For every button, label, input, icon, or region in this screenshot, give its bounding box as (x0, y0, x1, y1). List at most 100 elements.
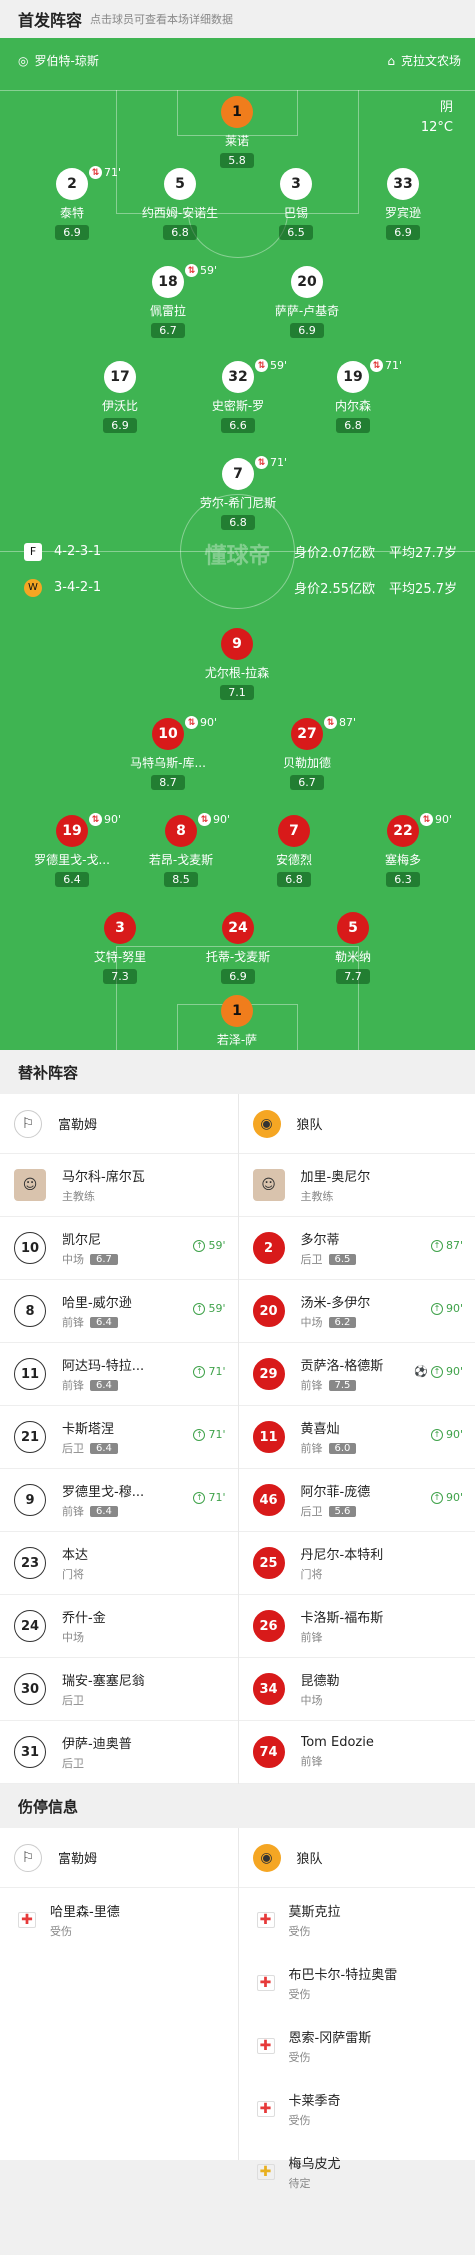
home-sub-row[interactable]: 30 瑞安-塞塞尼翁 后卫 (0, 1658, 238, 1721)
player-rating: 6.4 (55, 872, 89, 887)
away-sub-row[interactable]: 74 Tom Edozie 前锋 (238, 1721, 475, 1784)
player-rating: 7.3 (103, 969, 137, 984)
substitution-marker: ⇅ 71' (370, 359, 402, 372)
sub-name: 黄喜灿 (300, 1422, 340, 1437)
away-subs: ◉ 狼队 ☺ 加里-奥尼尔 主教练 2 多尔蒂 后卫 6.5 ↑ 87' 20 汤米-多伊尔 中场… (237, 1094, 475, 1784)
away-injury-row[interactable]: ✚ 布巴卡尔-特拉奥雷 受伤 (239, 1951, 475, 2014)
jersey-number: 1 (221, 995, 253, 1027)
home-player-10[interactable]: 7 劳尔-希门尼斯 6.8 ⇅ 71' (173, 456, 303, 530)
away-injury-row[interactable]: ✚ 恩索-冈萨雷斯 受伤 (239, 2014, 475, 2077)
away-sub-row[interactable]: 34 昆德勒 中场 (238, 1658, 475, 1721)
home-injury-team: ⚐ 富勒姆 (0, 1828, 238, 1888)
home-sub-row[interactable]: 9 罗德里戈-穆... 前锋 6.4 ↑ 71' (0, 1469, 238, 1532)
away-injury-row[interactable]: ✚ 梅乌皮尤 待定 (239, 2140, 475, 2203)
home-sub-row[interactable]: 21 卡斯塔涅 后卫 6.4 ↑ 71' (0, 1406, 238, 1469)
sub-in-event: ↑ 71' (193, 1365, 226, 1378)
home-player-4[interactable]: 33 罗宾逊 6.9 (338, 168, 468, 240)
home-player-5[interactable]: 18 佩雷拉 6.7 ⇅ 59' (103, 264, 233, 338)
home-player-7[interactable]: 17 伊沃比 6.9 (55, 361, 185, 433)
sub-meta: 前锋 6.4 (62, 1314, 132, 1330)
substitution-time: 90' (200, 716, 218, 729)
player-name: 艾特-努里 (93, 950, 147, 964)
sub-info: 阿达玛-特拉... 前锋 6.4 (62, 1355, 144, 1393)
injury-status: 受伤 (288, 2050, 311, 2064)
player-rating: 6.7 (151, 323, 185, 338)
away-player-10[interactable]: 1若泽-萨6.7 (172, 995, 302, 1050)
sub-position: 中场 (62, 1631, 84, 1644)
away-player-7[interactable]: 3 艾特-努里 7.3 (55, 912, 185, 984)
lineup-header: 首发阵容 点击球员可查看本场详细数据 (0, 0, 475, 38)
away-sub-row[interactable]: 46 阿尔菲-庞德 后卫 5.6 ↑ 90' (238, 1469, 475, 1532)
home-sub-row[interactable]: 11 阿达玛-特拉... 前锋 6.4 ↑ 71' (0, 1343, 238, 1406)
home-player-2[interactable]: 5 约西姆-安诺生 6.8 (115, 168, 245, 240)
sub-info: 瑞安-塞塞尼翁 后卫 (62, 1670, 145, 1708)
away-player-9[interactable]: 5 勒米纳 7.7 (288, 912, 418, 984)
home-player-0[interactable]: 1 莱诺 5.8 (172, 96, 302, 168)
jersey-number: 8 (14, 1295, 46, 1327)
away-player-4[interactable]: 8 若昂-戈麦斯 8.5 ⇅ 90' (116, 813, 246, 887)
sub-position: 中场 (300, 1316, 323, 1329)
sub-meta: 门将 (301, 1566, 384, 1582)
away-sub-row[interactable]: 29 贡萨洛-格德斯 前锋 7.5 ⚽ ↑ 90' (238, 1343, 475, 1406)
home-player-6[interactable]: 20 萨萨-卢基奇 6.9 (242, 266, 372, 338)
player-rating: 6.9 (221, 969, 255, 984)
sub-info: 伊萨-迪奥普 后卫 (62, 1733, 132, 1771)
away-coach-row[interactable]: ☺ 加里-奥尼尔 主教练 (238, 1154, 475, 1217)
sub-name: 丹尼尔-本特利 (300, 1548, 384, 1563)
home-sub-row[interactable]: 23 本达 门将 (0, 1532, 238, 1595)
home-coach-label: ◎ 罗伯特-琼斯 (18, 52, 99, 69)
sub-info: 多尔蒂 后卫 6.5 (301, 1229, 357, 1267)
sub-meta: 中场 6.7 (62, 1251, 118, 1267)
away-player-2[interactable]: 27 贝勒加德 6.7 ⇅ 87' (242, 716, 372, 790)
home-injury-row[interactable]: ✚ 哈里森-里德 受伤 (0, 1888, 238, 1951)
away-age: 平均25.7岁 (389, 582, 457, 597)
sub-position: 后卫 (300, 1253, 323, 1266)
wolves-logo-icon: W (24, 578, 42, 597)
player-rating: 6.9 (55, 225, 89, 240)
sub-meta: 前锋 6.0 (301, 1440, 357, 1456)
home-team-header[interactable]: ⚐ 富勒姆 (0, 1094, 238, 1154)
player-name: 贝勒加德 (282, 756, 331, 770)
away-player-6[interactable]: 22 塞梅多 6.3 ⇅ 90' (338, 813, 468, 887)
venue-name: 克拉文农场 (400, 54, 461, 68)
away-sub-row[interactable]: 2 多尔蒂 后卫 6.5 ↑ 87' (238, 1217, 475, 1280)
away-sub-row[interactable]: 20 汤米-多伊尔 中场 6.2 ↑ 90' (238, 1280, 475, 1343)
away-player-1[interactable]: 10 马特乌斯-库... 8.7 ⇅ 90' (103, 716, 233, 790)
away-player-8[interactable]: 24 托蒂-戈麦斯 6.9 (173, 912, 303, 984)
away-player-0[interactable]: 9 尤尔根-拉森 7.1 (172, 628, 302, 700)
sub-info: 哈里-威尔逊 前锋 6.4 (62, 1292, 132, 1330)
substitution-time: 90' (435, 813, 453, 826)
sub-meta: 中场 (301, 1692, 340, 1708)
sub-meta: 中场 6.2 (301, 1314, 371, 1330)
sub-position: 前锋 (300, 1631, 323, 1644)
home-coach-name: 罗伯特-琼斯 (34, 54, 99, 68)
home-sub-row[interactable]: 24 乔什-金 中场 (0, 1595, 238, 1658)
home-player-9[interactable]: 19 内尔森 6.8 ⇅ 71' (288, 359, 418, 433)
sub-in-icon: ↑ (193, 1239, 206, 1252)
away-injury-row[interactable]: ✚ 卡莱季奇 受伤 (239, 2077, 475, 2140)
sub-rating: 6.4 (90, 1316, 118, 1328)
away-sub-row[interactable]: 26 卡洛斯-福布斯 前锋 (238, 1595, 475, 1658)
sub-meta: 前锋 6.4 (62, 1503, 144, 1519)
home-coach-row[interactable]: ☺ 马尔科-席尔瓦 主教练 (0, 1154, 238, 1217)
away-injury-row[interactable]: ✚ 莫斯克拉 受伤 (239, 1888, 475, 1951)
away-sub-row[interactable]: 25 丹尼尔-本特利 门将 (238, 1532, 475, 1595)
player-name: 尤尔根-拉森 (204, 666, 270, 680)
home-sub-row[interactable]: 8 哈里-威尔逊 前锋 6.4 ↑ 59' (0, 1280, 238, 1343)
home-formation: 4-2-3-1 (54, 544, 102, 559)
sub-in-icon: ↑ (193, 1365, 206, 1378)
jersey-number: 8 (165, 815, 197, 847)
home-sub-row[interactable]: 31 伊萨-迪奥普 后卫 (0, 1721, 238, 1784)
away-team-header[interactable]: ◉ 狼队 (238, 1094, 475, 1154)
home-sub-row[interactable]: 10 凯尔尼 中场 6.7 ↑ 59' (0, 1217, 238, 1280)
sub-name: 昆德勒 (300, 1674, 340, 1689)
player-rating: 8.5 (164, 872, 198, 887)
sub-rating: 6.7 (90, 1253, 118, 1265)
home-player-8[interactable]: 32 史密斯-罗 6.6 ⇅ 59' (173, 359, 303, 433)
sub-name: 本达 (62, 1548, 89, 1563)
away-team-name: 狼队 (296, 1118, 323, 1133)
injured-player-name: 恩索-冈萨雷斯 (288, 2030, 372, 2046)
jersey-number: 46 (252, 1484, 285, 1516)
away-sub-row[interactable]: 11 黄喜灿 前锋 6.0 ↑ 90' (238, 1406, 475, 1469)
substitution-time: 59' (270, 359, 288, 372)
